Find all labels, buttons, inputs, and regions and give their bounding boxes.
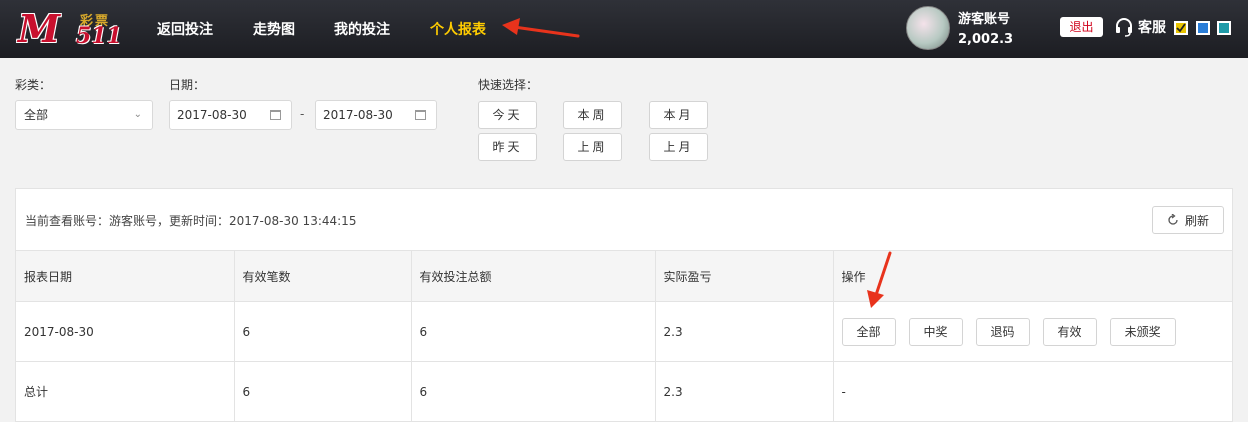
summary-actions: - xyxy=(833,361,1232,422)
lottery-type-select[interactable]: 全部 ⌄ xyxy=(15,100,153,130)
logout-button[interactable]: 退出 xyxy=(1060,17,1103,37)
summary-profit: 2.3 xyxy=(655,361,834,422)
check-icon xyxy=(1176,23,1186,33)
avatar[interactable] xyxy=(906,6,950,50)
report-table: 报表日期 有效笔数 有效投注总额 实际盈亏 操作 2017-08-30 6 6 … xyxy=(16,250,1232,422)
theme-blue-swatch[interactable] xyxy=(1196,21,1210,35)
action-all-button[interactable]: 全部 xyxy=(841,317,896,346)
table-row: 2017-08-30 6 6 2.3 全部 中奖 退码 有效 未颁奖 xyxy=(16,301,1232,362)
column-header-date: 报表日期 xyxy=(16,250,235,302)
customer-service-label: 客服 xyxy=(1138,20,1166,36)
cell-date: 2017-08-30 xyxy=(16,301,235,362)
lottery-type-value: 全部 xyxy=(24,108,49,122)
table-summary-row: 总计 6 6 2.3 - xyxy=(16,361,1232,422)
customer-service-button[interactable]: 客服 xyxy=(1114,16,1166,38)
logo-number: 511 xyxy=(76,23,122,49)
date-to-value: 2017-08-30 xyxy=(323,108,393,122)
date-separator: - xyxy=(300,107,305,121)
theme-yellow-checkbox[interactable] xyxy=(1174,21,1188,35)
action-refund-button[interactable]: 退码 xyxy=(975,317,1030,346)
date-label: 日期： xyxy=(169,78,206,92)
cell-total: 6 xyxy=(411,301,656,362)
nav-my-bets[interactable]: 我的投注 xyxy=(334,19,390,39)
headset-icon xyxy=(1116,18,1132,37)
quick-select-label: 快速选择： xyxy=(478,78,539,92)
date-from-value: 2017-08-30 xyxy=(177,108,247,122)
table-header-row: 报表日期 有效笔数 有效投注总额 实际盈亏 操作 xyxy=(16,250,1232,302)
calendar-icon xyxy=(270,110,281,120)
quick-last-month-button[interactable]: 上月 xyxy=(649,133,708,161)
action-won-button[interactable]: 中奖 xyxy=(908,317,963,346)
cell-actions: 全部 中奖 退码 有效 未颁奖 xyxy=(833,301,1232,362)
column-header-actions: 操作 xyxy=(833,250,1232,302)
refresh-label: 刷新 xyxy=(1184,213,1209,228)
refresh-button[interactable]: 刷新 xyxy=(1152,206,1224,234)
summary-total: 6 xyxy=(411,361,656,422)
user-name: 游客账号 xyxy=(958,12,1011,27)
summary-label: 总计 xyxy=(16,361,235,422)
site-logo[interactable]: M 彩票 511 xyxy=(18,6,126,51)
column-header-total: 有效投注总额 xyxy=(411,250,656,302)
action-unawarded-button[interactable]: 未颁奖 xyxy=(1109,317,1176,346)
nav-trend-chart[interactable]: 走势图 xyxy=(253,19,295,39)
top-navbar: M 彩票 511 返回投注 走势图 我的投注 个人报表 游客账号 2,002.3… xyxy=(0,0,1248,58)
quick-yesterday-button[interactable]: 昨天 xyxy=(478,133,537,161)
theme-teal-swatch[interactable] xyxy=(1217,21,1231,35)
nav-back-to-betting[interactable]: 返回投注 xyxy=(157,19,213,39)
logo-letter: M xyxy=(18,6,61,51)
date-from-input[interactable]: 2017-08-30 xyxy=(169,100,292,130)
action-valid-button[interactable]: 有效 xyxy=(1042,317,1097,346)
account-info-text: 当前查看账号：游客账号，更新时间：2017-08-30 13:44:15 xyxy=(25,214,357,228)
quick-this-month-button[interactable]: 本月 xyxy=(649,101,708,129)
filter-bar: 彩类： 全部 ⌄ 日期： 2017-08-30 - 2017-08-30 快速选… xyxy=(0,58,1248,188)
summary-count: 6 xyxy=(234,361,412,422)
quick-last-week-button[interactable]: 上周 xyxy=(563,133,622,161)
refresh-icon xyxy=(1168,214,1178,225)
column-header-count: 有效笔数 xyxy=(234,250,412,302)
nav-personal-report[interactable]: 个人报表 xyxy=(430,19,486,39)
cell-profit: 2.3 xyxy=(655,301,834,362)
calendar-icon xyxy=(415,110,426,120)
report-panel: 当前查看账号：游客账号，更新时间：2017-08-30 13:44:15 刷新 … xyxy=(15,188,1233,422)
quick-today-button[interactable]: 今天 xyxy=(478,101,537,129)
cell-count: 6 xyxy=(234,301,412,362)
quick-this-week-button[interactable]: 本周 xyxy=(563,101,622,129)
date-to-input[interactable]: 2017-08-30 xyxy=(315,100,437,130)
chevron-down-icon: ⌄ xyxy=(133,109,142,120)
user-balance: 2,002.3 xyxy=(958,32,1014,47)
type-label: 彩类： xyxy=(15,78,52,92)
column-header-profit: 实际盈亏 xyxy=(655,250,834,302)
